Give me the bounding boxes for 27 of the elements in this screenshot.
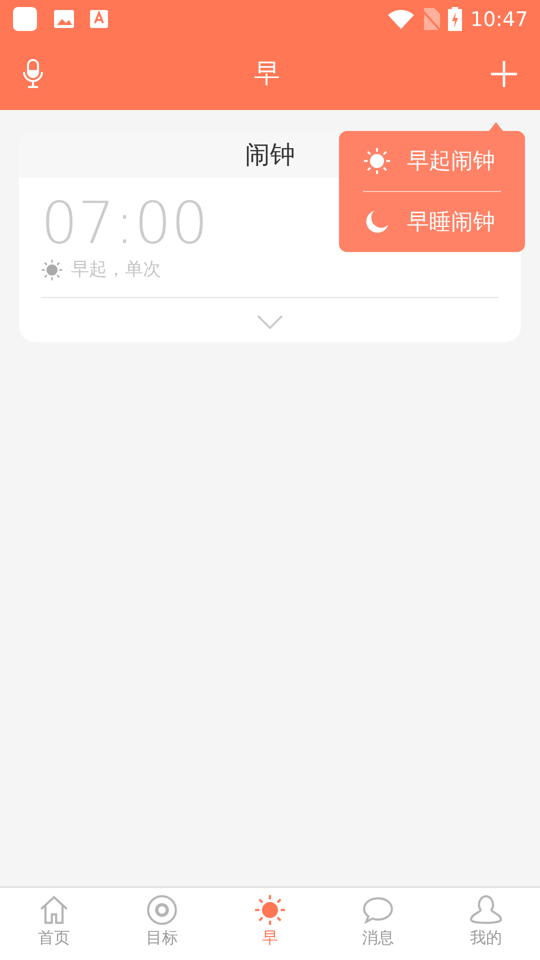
- tab[interactable]: 我的: [432, 888, 540, 960]
- chat-icon: [362, 894, 394, 926]
- menu-item[interactable]: 早起闹钟: [363, 131, 501, 191]
- image-icon: [54, 10, 74, 28]
- no-sim-icon: [422, 8, 440, 30]
- clock-time: 10:47: [470, 6, 528, 33]
- add-icon[interactable]: [490, 60, 518, 88]
- target-icon: [146, 894, 178, 926]
- battery-charging-icon: [448, 7, 462, 31]
- chevron-down-icon[interactable]: [257, 314, 283, 330]
- sun-icon: [363, 147, 391, 175]
- user-icon: [470, 894, 502, 926]
- sun-icon: [254, 894, 286, 926]
- home-icon: [38, 894, 70, 926]
- tab[interactable]: 首页: [0, 888, 108, 960]
- notification-icon: [12, 6, 38, 32]
- tab[interactable]: 早: [216, 888, 324, 960]
- wifi-icon: [388, 9, 414, 29]
- tab[interactable]: 消息: [324, 888, 432, 960]
- font-icon: [90, 10, 108, 28]
- menu-item[interactable]: 早睡闹钟: [363, 192, 501, 252]
- tab[interactable]: 目标: [108, 888, 216, 960]
- microphone-icon[interactable]: [22, 59, 44, 89]
- app-title: 早: [254, 58, 280, 90]
- sun-icon: [41, 258, 63, 280]
- alarm-detail: 早起，单次: [71, 258, 161, 282]
- card-title: 闹钟: [245, 138, 295, 171]
